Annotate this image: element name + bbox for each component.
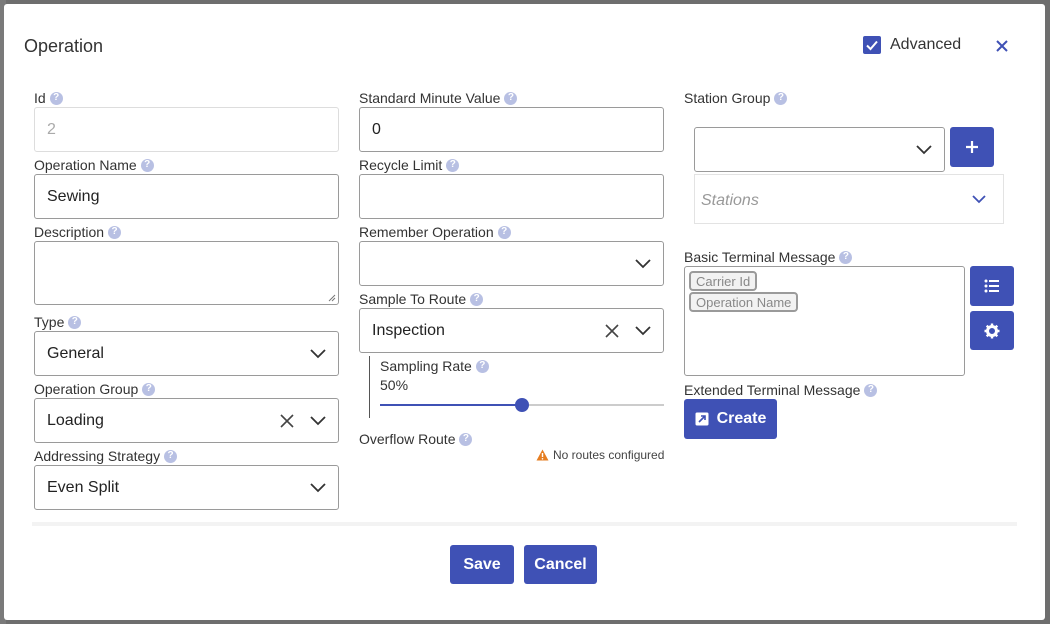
extended-terminal-message-label: Extended Terminal Message ? <box>684 382 878 398</box>
addressing-strategy-select[interactable]: Even Split <box>34 465 339 510</box>
chevron-down-icon <box>310 482 326 492</box>
stations-placeholder: Stations <box>701 192 759 209</box>
cancel-button[interactable]: Cancel <box>524 545 597 584</box>
slider-fill <box>380 404 522 406</box>
overflow-route-warning: No routes configured <box>536 448 664 462</box>
advanced-toggle[interactable]: Advanced <box>863 36 961 54</box>
operation-group-label: Operation Group ? <box>34 381 156 397</box>
help-icon[interactable]: ? <box>68 315 82 329</box>
help-icon[interactable]: ? <box>164 449 178 463</box>
footer-divider <box>32 522 1017 526</box>
help-icon[interactable]: ? <box>470 292 484 306</box>
message-settings-button[interactable] <box>970 311 1014 350</box>
help-icon[interactable]: ? <box>839 250 853 264</box>
standard-minute-value-input[interactable]: 0 <box>359 107 664 152</box>
operation-group-select[interactable]: Loading <box>34 398 339 443</box>
help-icon[interactable]: ? <box>446 158 460 172</box>
sampling-rate-slider[interactable] <box>380 398 664 412</box>
slider-thumb[interactable] <box>515 398 529 412</box>
resize-handle-icon[interactable] <box>328 294 336 302</box>
recycle-limit-label: Recycle Limit ? <box>359 157 460 173</box>
remember-operation-label: Remember Operation ? <box>359 224 511 240</box>
id-input[interactable]: 2 <box>34 107 339 152</box>
sample-to-route-label: Sample To Route ? <box>359 291 484 307</box>
type-select[interactable]: General <box>34 331 339 376</box>
close-button[interactable] <box>992 36 1012 56</box>
save-button[interactable]: Save <box>450 545 514 584</box>
help-icon[interactable]: ? <box>49 91 63 105</box>
help-icon[interactable]: ? <box>504 91 518 105</box>
help-icon[interactable]: ? <box>497 225 511 239</box>
chevron-down-icon <box>972 195 986 204</box>
advanced-label: Advanced <box>890 36 962 53</box>
description-label: Description ? <box>34 224 122 240</box>
operation-name-input[interactable]: Sewing <box>34 174 339 219</box>
basic-terminal-message-label: Basic Terminal Message ? <box>684 249 853 265</box>
plus-icon <box>966 141 978 153</box>
help-icon[interactable]: ? <box>475 359 489 373</box>
help-icon[interactable]: ? <box>140 158 154 172</box>
sampling-rate-label: Sampling Rate ? <box>380 358 489 374</box>
operation-name-label: Operation Name ? <box>34 157 154 173</box>
chevron-down-icon <box>310 415 326 425</box>
stations-select[interactable]: Stations <box>694 174 1004 224</box>
advanced-checkbox[interactable] <box>863 36 881 54</box>
remember-operation-select[interactable] <box>359 241 664 286</box>
dialog-title: Operation <box>24 36 104 56</box>
help-icon[interactable]: ? <box>142 382 156 396</box>
clear-icon[interactable] <box>280 413 294 428</box>
chevron-down-icon <box>635 325 651 335</box>
help-icon[interactable]: ? <box>459 432 473 446</box>
help-icon[interactable]: ? <box>108 225 122 239</box>
chip-carrier-id[interactable]: Carrier Id <box>689 271 758 291</box>
chevron-down-icon <box>916 144 932 154</box>
sampling-rate-value: 50% <box>380 377 409 393</box>
station-group-select[interactable] <box>694 127 945 172</box>
close-icon <box>996 40 1008 52</box>
sampling-indent-line <box>369 356 370 418</box>
help-icon[interactable]: ? <box>774 91 788 105</box>
station-group-label: Station Group ? <box>684 90 788 106</box>
add-station-group-button[interactable] <box>950 127 994 167</box>
overflow-route-label: Overflow Route ? <box>359 431 473 447</box>
message-list-button[interactable] <box>970 266 1014 306</box>
create-extended-message-button[interactable]: Create <box>684 399 777 439</box>
sample-to-route-select[interactable]: Inspection <box>359 308 664 353</box>
open-in-new-icon <box>695 412 709 426</box>
chevron-down-icon <box>635 258 651 268</box>
chevron-down-icon <box>310 348 326 358</box>
clear-icon[interactable] <box>605 323 619 338</box>
type-label: Type ? <box>34 314 82 330</box>
help-icon[interactable]: ? <box>864 383 878 397</box>
basic-terminal-message-editor[interactable]: Carrier Id Operation Name <box>684 266 965 376</box>
gear-icon <box>984 323 1000 338</box>
addressing-strategy-label: Addressing Strategy ? <box>34 448 178 464</box>
description-textarea[interactable] <box>34 241 339 305</box>
standard-minute-value-label: Standard Minute Value ? <box>359 90 518 106</box>
chip-operation-name[interactable]: Operation Name <box>689 292 799 312</box>
warning-icon <box>536 449 549 461</box>
operation-dialog: Operation Advanced Id ? 2 Operation Name… <box>4 4 1045 620</box>
recycle-limit-input[interactable] <box>359 174 664 219</box>
check-icon <box>866 40 878 51</box>
id-label: Id ? <box>34 90 63 106</box>
list-icon <box>984 279 999 293</box>
